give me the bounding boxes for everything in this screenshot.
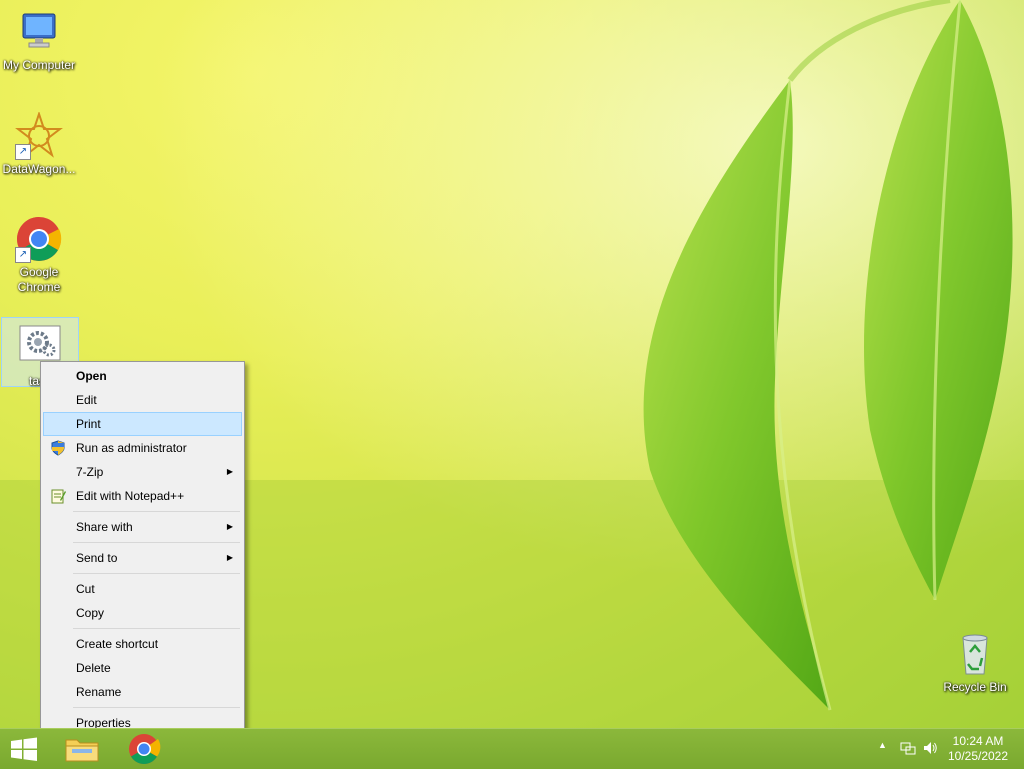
clock-time: 10:24 AM [952, 734, 1004, 748]
chrome-logo-icon: ↗ [15, 215, 63, 263]
menu-item-rename[interactable]: Rename [43, 680, 242, 704]
menu-separator [73, 573, 240, 574]
menu-item-open[interactable]: Open [43, 364, 242, 388]
folder-icon [65, 739, 99, 762]
google-chrome-label: Google Chrome [17, 265, 61, 294]
menu-separator [73, 542, 240, 543]
submenu-arrow-icon: ▶ [226, 522, 233, 531]
menu-separator [73, 707, 240, 708]
menu-item-label: Edit with Notepad++ [76, 489, 185, 503]
datawagon-icon[interactable]: ↗ DataWagon... [1, 110, 77, 177]
windows-logo-icon [11, 737, 37, 761]
recycle-bin-icon[interactable]: Recycle Bin [937, 630, 1013, 695]
desktop[interactable]: My Computer ↗ DataWagon... ↗ Google Chro… [0, 0, 1024, 728]
menu-item-label: Rename [76, 685, 122, 699]
system-tray: ▲ 10:24 AM 10/25/2022 [864, 729, 1024, 769]
menu-item-send-to[interactable]: Send to ▶ [43, 546, 242, 570]
start-button[interactable] [0, 729, 48, 769]
my-computer-icon[interactable]: My Computer [1, 8, 77, 73]
menu-item-label: 7-Zip [76, 465, 104, 479]
file-explorer-button[interactable] [58, 729, 106, 769]
menu-item-run-as-administrator[interactable]: Run as administrator [43, 436, 242, 460]
menu-item-label: Copy [76, 606, 105, 620]
computer-monitor-icon [15, 8, 63, 56]
taskbar: ▲ 10:24 AM 10/25/2022 [0, 728, 1024, 769]
submenu-arrow-icon: ▶ [226, 467, 233, 476]
recycle-bin-glyph-icon [951, 630, 999, 678]
menu-item-properties[interactable]: Properties [43, 711, 242, 728]
shortcut-arrow-icon: ↗ [15, 247, 31, 263]
menu-item-7zip[interactable]: 7-Zip ▶ [43, 460, 242, 484]
shortcut-arrow-icon: ↗ [15, 144, 31, 160]
uac-shield-icon [50, 440, 66, 456]
google-chrome-icon[interactable]: ↗ Google Chrome [1, 215, 77, 295]
volume-icon[interactable] [922, 740, 938, 759]
menu-item-label: Share with [76, 520, 133, 534]
menu-item-edit-with-notepad[interactable]: Edit with Notepad++ [43, 484, 242, 508]
menu-item-label: Delete [76, 661, 111, 675]
menu-item-label: Cut [76, 582, 95, 596]
menu-item-label: Run as administrator [76, 441, 187, 455]
menu-item-delete[interactable]: Delete [43, 656, 242, 680]
show-hidden-icons-icon[interactable]: ▲ [878, 740, 887, 750]
menu-item-label: Edit [76, 393, 97, 407]
menu-item-label: Print [76, 417, 101, 431]
datawagon-label: DataWagon... [2, 162, 76, 176]
network-icon[interactable] [900, 740, 916, 759]
menu-item-edit[interactable]: Edit [43, 388, 242, 412]
menu-separator [73, 628, 240, 629]
my-computer-label: My Computer [2, 58, 76, 72]
menu-item-label: Send to [76, 551, 118, 565]
clock[interactable]: 10:24 AM 10/25/2022 [946, 734, 1010, 764]
submenu-arrow-icon: ▶ [226, 553, 233, 562]
notepad-plus-plus-icon [50, 488, 66, 504]
menu-separator [73, 511, 240, 512]
menu-item-copy[interactable]: Copy [43, 601, 242, 625]
menu-item-label: Create shortcut [76, 637, 159, 651]
recycle-bin-label: Recycle Bin [943, 680, 1007, 694]
clock-date: 10/25/2022 [947, 749, 1009, 763]
datawagon-logo-icon: ↗ [15, 110, 63, 160]
menu-item-cut[interactable]: Cut [43, 577, 242, 601]
menu-item-create-shortcut[interactable]: Create shortcut [43, 632, 242, 656]
menu-item-print[interactable]: Print [43, 412, 242, 436]
menu-item-label: Properties [76, 716, 131, 728]
chrome-logo-icon [129, 734, 161, 765]
menu-item-label: Open [76, 369, 107, 383]
chrome-taskbar-button[interactable] [120, 729, 168, 769]
menu-item-share-with[interactable]: Share with ▶ [43, 515, 242, 539]
context-menu: Open Edit Print Run as administrator 7-Z… [40, 361, 245, 728]
